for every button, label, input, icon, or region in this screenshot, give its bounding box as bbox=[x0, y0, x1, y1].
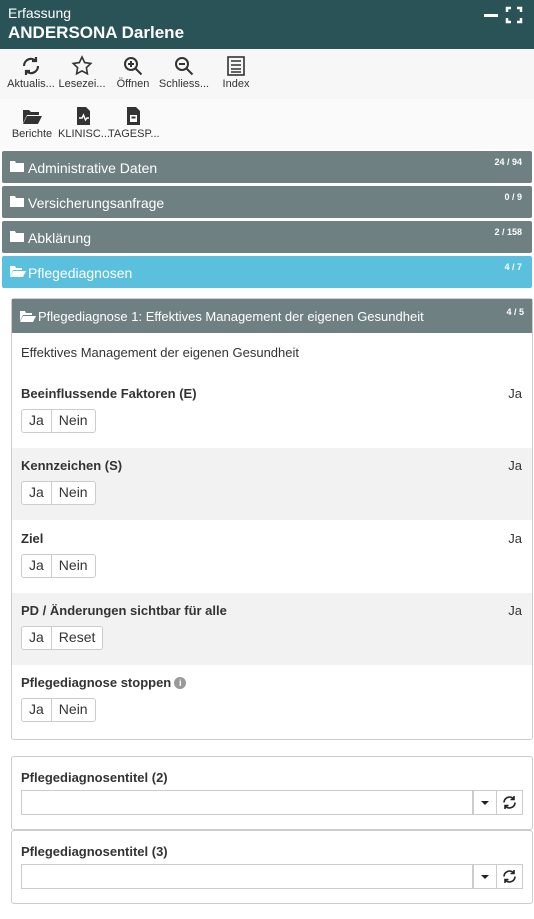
index-list-icon bbox=[227, 56, 245, 76]
refresh-icon bbox=[503, 796, 516, 809]
open-label: Öffnen bbox=[116, 78, 150, 90]
nursing-diagnosis-count: 4 / 5 bbox=[506, 307, 524, 317]
reset-button[interactable]: Reset bbox=[50, 627, 103, 649]
bookmark-button[interactable]: Lesezei... bbox=[57, 53, 107, 97]
zoom-in-icon bbox=[124, 57, 143, 76]
diagnosis-title-2-box: Pflegediagnosentitel (2) bbox=[11, 756, 533, 830]
visible-to-all-label: PD / Änderungen sichtbar für alle bbox=[21, 603, 227, 618]
close-all-button[interactable]: Schliess... bbox=[158, 53, 210, 97]
info-icon[interactable]: i bbox=[174, 677, 187, 689]
refresh-label: Aktualis... bbox=[7, 78, 55, 90]
clinical-button[interactable]: KLINISC... bbox=[58, 103, 110, 147]
stop-diagnosis-buttons: Ja Nein bbox=[21, 698, 96, 722]
visible-to-all-row: PD / Änderungen sichtbar für alle Ja Ja … bbox=[12, 593, 532, 665]
daily-document-icon bbox=[127, 107, 140, 125]
section-title: Abklärung bbox=[28, 230, 92, 246]
refresh-icon bbox=[503, 870, 516, 883]
folder-icon bbox=[10, 161, 24, 172]
diagnosis-title-3-box: Pflegediagnosentitel (3) bbox=[11, 830, 533, 904]
yes-button[interactable]: Ja bbox=[22, 699, 51, 721]
nursing-diagnosis-header[interactable]: Pflegediagnose 1: Effektives Management … bbox=[12, 299, 532, 333]
refresh-field-button[interactable] bbox=[496, 864, 523, 889]
goal-buttons: Ja Nein bbox=[21, 554, 96, 578]
main-toolbar: Aktualis... Lesezei... Öffnen Schliess..… bbox=[0, 49, 534, 99]
characteristics-label: Kennzeichen (S) bbox=[21, 458, 123, 473]
influencing-factors-value: Ja bbox=[508, 386, 522, 401]
influencing-factors-buttons: Ja Nein bbox=[21, 409, 96, 433]
influencing-factors-row: Beeinflussende Faktoren (E) Ja Ja Nein bbox=[12, 376, 532, 448]
window-header: Erfassung ANDERSONA Darlene bbox=[0, 0, 534, 49]
yes-button[interactable]: Ja bbox=[22, 482, 51, 504]
diagnosis-description: Effektives Management der eigenen Gesund… bbox=[21, 345, 299, 360]
yes-button[interactable]: Ja bbox=[22, 555, 51, 577]
stop-diagnosis-label: Pflegediagnose stoppen bbox=[21, 675, 172, 690]
folder-icon bbox=[10, 196, 24, 207]
section-count: 24 / 94 bbox=[494, 157, 522, 167]
nursing-diagnosis-title: Pflegediagnose 1: Effektives Management … bbox=[38, 309, 424, 324]
refresh-button[interactable]: Aktualis... bbox=[5, 53, 57, 97]
daily-label: TAGESP... bbox=[108, 128, 160, 140]
section-title: Versicherungsanfrage bbox=[28, 195, 165, 211]
dropdown-button[interactable] bbox=[473, 790, 497, 815]
reports-label: Berichte bbox=[11, 128, 53, 140]
open-button[interactable]: Öffnen bbox=[110, 53, 156, 97]
section-title: Administrative Daten bbox=[28, 160, 158, 176]
zoom-out-icon bbox=[175, 57, 194, 76]
window-subtitle: Erfassung bbox=[8, 5, 72, 21]
goal-value: Ja bbox=[508, 531, 522, 546]
maximize-button[interactable] bbox=[505, 6, 525, 24]
no-button[interactable]: Nein bbox=[50, 699, 95, 721]
refresh-field-button[interactable] bbox=[496, 790, 523, 815]
daily-button[interactable]: TAGESP... bbox=[108, 103, 160, 147]
folder-open-icon bbox=[10, 266, 26, 277]
nursing-diagnosis-panel: Pflegediagnose 1: Effektives Management … bbox=[11, 298, 533, 740]
clinical-document-icon bbox=[77, 107, 90, 125]
index-label: Index bbox=[222, 78, 250, 90]
caret-down-icon bbox=[481, 875, 489, 879]
section-count: 2 / 158 bbox=[494, 227, 522, 237]
refresh-icon bbox=[22, 57, 40, 75]
characteristics-row: Kennzeichen (S) Ja Ja Nein bbox=[12, 448, 532, 520]
section-title: Pflegediagnosen bbox=[28, 265, 133, 281]
goal-label: Ziel bbox=[21, 531, 44, 546]
clinical-label: KLINISC... bbox=[58, 128, 110, 140]
no-button[interactable]: Nein bbox=[50, 410, 95, 432]
minimize-icon bbox=[484, 14, 498, 17]
yes-button[interactable]: Ja bbox=[22, 627, 51, 649]
section-count: 0 / 9 bbox=[504, 192, 522, 202]
close-all-label: Schliess... bbox=[158, 78, 210, 90]
folder-open-icon bbox=[20, 311, 36, 322]
expand-icon bbox=[505, 6, 523, 24]
no-button[interactable]: Nein bbox=[50, 482, 95, 504]
diagnosis-title-3-select[interactable] bbox=[21, 864, 473, 889]
bookmark-label: Lesezei... bbox=[58, 78, 106, 90]
diagnosis-title-3-label: Pflegediagnosentitel (3) bbox=[21, 844, 168, 859]
visible-to-all-value: Ja bbox=[508, 603, 522, 618]
section-count: 4 / 7 bbox=[504, 262, 522, 272]
stop-diagnosis-row: Pflegediagnose stoppen i Ja Nein bbox=[12, 665, 532, 737]
star-icon bbox=[71, 55, 93, 76]
visible-to-all-buttons: Ja Reset bbox=[21, 626, 104, 650]
section-assessment[interactable]: Abklärung 2 / 158 bbox=[2, 221, 532, 253]
characteristics-value: Ja bbox=[508, 458, 522, 473]
documents-toolbar: Berichte KLINISC... TAGESP... bbox=[0, 99, 534, 149]
minimize-button[interactable] bbox=[482, 6, 502, 24]
yes-button[interactable]: Ja bbox=[22, 410, 51, 432]
folder-open-icon bbox=[23, 110, 42, 124]
patient-name: ANDERSONA Darlene bbox=[8, 23, 185, 42]
caret-down-icon bbox=[481, 801, 489, 805]
section-insurance-request[interactable]: Versicherungsanfrage 0 / 9 bbox=[2, 186, 532, 218]
diagnosis-title-2-select[interactable] bbox=[21, 790, 473, 815]
section-nursing-diagnoses[interactable]: Pflegediagnosen 4 / 7 bbox=[2, 256, 532, 288]
goal-row: Ziel Ja Ja Nein bbox=[12, 521, 532, 593]
folder-icon bbox=[10, 231, 24, 242]
influencing-factors-label: Beeinflussende Faktoren (E) bbox=[21, 386, 197, 401]
diagnosis-title-2-label: Pflegediagnosentitel (2) bbox=[21, 770, 168, 785]
dropdown-button[interactable] bbox=[473, 864, 497, 889]
section-administrative-data[interactable]: Administrative Daten 24 / 94 bbox=[2, 151, 532, 183]
characteristics-buttons: Ja Nein bbox=[21, 481, 96, 505]
no-button[interactable]: Nein bbox=[50, 555, 95, 577]
index-button[interactable]: Index bbox=[216, 53, 256, 97]
reports-button[interactable]: Berichte bbox=[8, 103, 56, 147]
